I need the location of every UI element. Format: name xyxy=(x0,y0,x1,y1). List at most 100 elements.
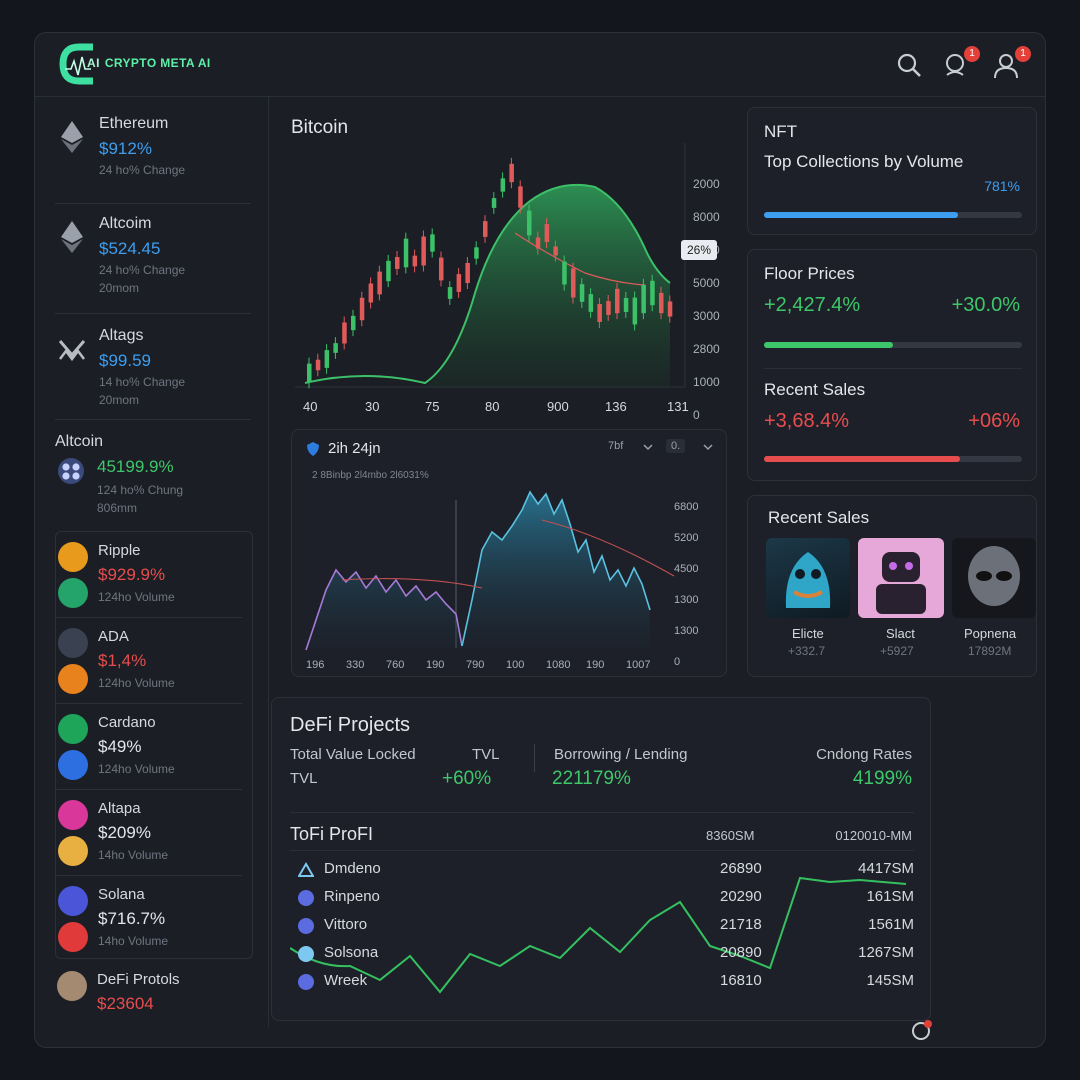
nft-thumbnail-popnena[interactable] xyxy=(952,538,1036,618)
y-tick-label: 8000 xyxy=(693,210,720,224)
nft-name: Popnena xyxy=(964,626,1017,641)
coin-value: $23604 xyxy=(97,994,154,1013)
recent-sales-left-value: +3,68.4% xyxy=(764,410,850,432)
defi-table-col1: 8360SM xyxy=(706,828,755,843)
ada-secondary-icon xyxy=(58,664,88,694)
candle-body xyxy=(562,261,567,285)
candle-body xyxy=(623,298,629,312)
ripple-secondary-icon xyxy=(58,578,88,608)
chevron-down-icon[interactable] xyxy=(702,442,714,452)
candle-body xyxy=(456,274,462,292)
candle-body xyxy=(527,210,532,236)
coin-name: Ripple xyxy=(98,542,141,559)
recent-sales-right-value: +06% xyxy=(968,410,1020,432)
coin-name: DeFi Protols xyxy=(97,971,180,988)
coin-value: $1,4% xyxy=(98,651,147,670)
tvl-label: Total Value Locked xyxy=(290,746,416,763)
nft-subtitle: Top Collections by Volume xyxy=(764,152,964,171)
altcoin-network-icon xyxy=(58,458,84,484)
area-chart[interactable]: 6800 5200 4500 1300 1300 0 196 330 760 190 790 100… xyxy=(302,480,722,676)
bitcoin-y-axis-labels: 20008000080050003000280010000 xyxy=(693,177,720,422)
coin-name: Solana xyxy=(98,886,145,903)
altcoin-sub-label: 806mm xyxy=(97,501,138,515)
floor-prices-title: Floor Prices xyxy=(764,264,855,283)
coin-row-ada[interactable]: ADA $1,4% 124ho Volume xyxy=(56,618,252,704)
defi-table-row[interactable]: Dmdeno 26890 4417SM xyxy=(290,858,914,884)
candle-body xyxy=(667,301,673,317)
bitcoin-candlestick-chart[interactable]: 20008000080050003000280010000 4030758090… xyxy=(285,133,735,423)
timeframe-select[interactable]: 7bf xyxy=(608,440,623,452)
nft-creature-icon xyxy=(785,552,831,608)
y-tick-label: 2800 xyxy=(693,342,720,356)
candle-body xyxy=(439,257,444,281)
tvl-value: +60% xyxy=(442,768,492,789)
nft-card[interactable]: NFT Top Collections by Volume 781% xyxy=(747,107,1037,235)
x-tick-label: 330 xyxy=(346,659,364,671)
candle-body xyxy=(500,178,506,192)
floor-right-value: +30.0% xyxy=(951,294,1020,316)
divider xyxy=(55,313,251,314)
cardano-coin-icon xyxy=(58,714,88,744)
defi-projects-card: DeFi Projects Total Value Locked TVL TVL… xyxy=(271,697,931,1021)
y-tick-label: 1300 xyxy=(674,594,698,606)
coin-volume: 14ho Volume xyxy=(98,934,169,948)
candle-body xyxy=(509,163,514,183)
defi-table-col2: 0120010-MM xyxy=(835,828,912,843)
coin-row-defi-protols[interactable]: DeFi Protols $23604 xyxy=(55,961,251,1021)
coin-row-solana[interactable]: Solana $716.7% 14ho Volume xyxy=(56,876,252,962)
coin-sub-label: 20mom xyxy=(99,393,140,407)
coin-row-altapa[interactable]: Altapa $209% 14ho Volume xyxy=(56,790,252,876)
coin-change-label: 24 ho% Change xyxy=(99,263,186,277)
x-tick-label: 80 xyxy=(485,399,499,414)
top-bar: AI CRYPTO META AI 1 1 xyxy=(35,33,1045,97)
divider xyxy=(290,850,914,851)
candle-body xyxy=(333,343,338,353)
defi-table-row[interactable]: Vittoro 21718 1561M xyxy=(290,914,914,940)
candle-body xyxy=(491,198,497,208)
candle-body xyxy=(342,322,347,344)
x-tick-label: 196 xyxy=(306,659,324,671)
defi-table-row[interactable]: Wreek 16810 145SM xyxy=(290,970,914,996)
defi-table-row[interactable]: Rinpeno 20290 161SM xyxy=(290,886,914,912)
x-tick-label: 790 xyxy=(466,659,484,671)
chevron-down-icon[interactable] xyxy=(642,442,654,452)
divider xyxy=(764,368,1022,369)
recent-sales-title: Recent Sales xyxy=(768,508,870,527)
search-icon[interactable] xyxy=(895,51,923,79)
nft-thumbnail-elicte[interactable] xyxy=(766,538,850,618)
x-tick-label: 760 xyxy=(386,659,404,671)
floor-progress-track xyxy=(764,342,1022,348)
floor-prices-card[interactable]: Floor Prices +2,427.4% +30.0% Recent Sal… xyxy=(747,249,1037,481)
candle-body xyxy=(430,234,435,252)
nft-alien-icon xyxy=(968,546,1020,606)
area-chart-card: 2ih 24jn 7bf 0. 2 8Binbp 2l4mbo 2l6031% … xyxy=(291,429,727,677)
sidebar-coin-altcoim[interactable]: Altcoim $524.45 24 ho% Change 20mom xyxy=(55,215,251,305)
coin-price: $912% xyxy=(99,139,152,158)
borrow-value: 221179% xyxy=(552,768,631,789)
notifications-badge: 1 xyxy=(964,46,980,62)
coin-row-cardano[interactable]: Cardano $49% 124ho Volume xyxy=(56,704,252,790)
vittoro-token-icon xyxy=(298,918,314,934)
candle-body xyxy=(412,255,418,267)
tvl-label-secondary: TVL xyxy=(290,770,318,787)
divider xyxy=(55,419,251,420)
floor-left-value: +2,427.4% xyxy=(764,294,861,316)
x-tick-label: 900 xyxy=(547,399,569,414)
coin-list: Ripple $929.9% 124ho Volume ADA $1,4% 12… xyxy=(55,531,253,959)
sidebar-coin-altags[interactable]: Altags $99.59 14 ho% Change 20mom xyxy=(55,327,251,417)
defi-table-row[interactable]: Solsona 20890 1267SM xyxy=(290,942,914,968)
borrow-label: Borrowing / Lending xyxy=(554,746,688,763)
refresh-icon[interactable] xyxy=(909,1019,933,1043)
candle-body xyxy=(571,268,576,298)
recent-sales-progress-fill xyxy=(764,456,961,462)
coin-sub-label: 20mom xyxy=(99,281,140,295)
coin-name: Cardano xyxy=(98,714,156,731)
x-tick-label: 136 xyxy=(605,399,627,414)
coin-row-ripple[interactable]: Ripple $929.9% 124ho Volume xyxy=(56,532,252,618)
indicator-select[interactable]: 0. xyxy=(666,439,686,453)
candle-body xyxy=(579,284,585,302)
nft-thumbnail-slact[interactable] xyxy=(858,538,944,618)
sidebar-coin-ethereum[interactable]: Ethereum $912% 24 ho% Change xyxy=(55,115,251,205)
x-tick-label: 1007 xyxy=(626,659,650,671)
y-tick-label: 3000 xyxy=(693,309,720,323)
